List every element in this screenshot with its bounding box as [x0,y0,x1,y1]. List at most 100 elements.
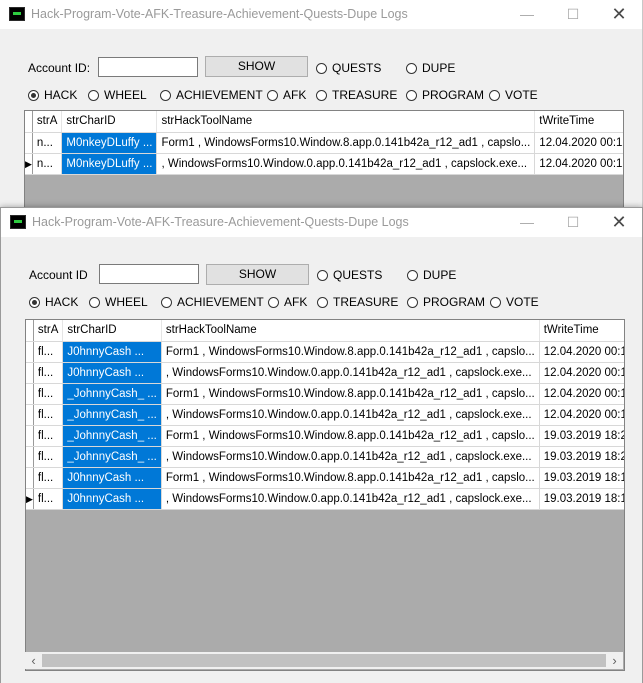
radio-quests[interactable]: QUESTS [316,60,381,76]
radio-hack[interactable]: HACK [29,294,78,310]
table-row[interactable]: ▶ n... M0nkeyDLuffy ... , WindowsForms10… [25,153,623,175]
log-window-background[interactable]: Hack-Program-Vote-AFK-Treasure-Achieveme… [0,0,643,210]
column-header[interactable]: strCharID [62,320,162,342]
cell-stra[interactable]: n... [32,132,63,154]
row-header[interactable] [26,425,34,447]
table-row[interactable]: fl... _JohnnyCash_ ... , WindowsForms10.… [26,404,624,426]
cell-writetime[interactable]: 19.03.2019 18:19 [539,488,624,510]
cell-hacktool[interactable]: , WindowsForms10.Window.0.app.0.141b42a_… [161,362,540,384]
account-id-input[interactable] [98,57,198,77]
column-header[interactable]: strA [33,320,64,342]
cell-hacktool[interactable]: , WindowsForms10.Window.0.app.0.141b42a_… [161,446,540,468]
radio-quests[interactable]: QUESTS [317,267,382,283]
cell-writetime[interactable]: 12.04.2020 00:17 [539,362,624,384]
cell-stra[interactable]: fl... [33,383,64,405]
cell-hacktool[interactable]: Form1 , WindowsForms10.Window.8.app.0.14… [161,425,540,447]
cell-writetime[interactable]: 12.04.2020 00:12 [534,132,623,154]
cell-charid[interactable]: _JohnnyCash_ ... [62,425,162,447]
cell-stra[interactable]: fl... [33,404,64,426]
column-header[interactable]: strHackToolName [156,111,536,133]
cell-charid[interactable]: J0hnnyCash ... [62,341,162,363]
row-header[interactable] [26,467,34,489]
row-header[interactable] [26,446,34,468]
radio-afk[interactable]: AFK [267,87,306,103]
cell-writetime[interactable]: 12.04.2020 00:17 [539,341,624,363]
cell-charid[interactable]: J0hnnyCash ... [62,467,162,489]
radio-hack[interactable]: HACK [28,87,77,103]
cell-stra[interactable]: fl... [33,341,64,363]
show-button[interactable]: SHOW [205,56,308,77]
radio-vote[interactable]: VOTE [489,87,538,103]
table-row[interactable]: n... M0nkeyDLuffy ... Form1 , WindowsFor… [25,132,623,154]
title-bar[interactable]: Hack-Program-Vote-AFK-Treasure-Achieveme… [1,208,642,237]
scroll-right-button[interactable]: › [606,652,623,669]
minimize-button[interactable]: — [504,208,550,237]
radio-dupe[interactable]: DUPE [406,60,455,76]
radio-program[interactable]: PROGRAM [407,294,485,310]
cell-writetime[interactable]: 12.04.2020 00:14 [539,404,624,426]
column-header[interactable]: strCharID [61,111,158,133]
horizontal-scrollbar[interactable]: ‹ › [25,652,623,669]
close-button[interactable]: ✕ [596,208,642,237]
cell-stra[interactable]: fl... [33,488,64,510]
cell-hacktool[interactable]: Form1 , WindowsForms10.Window.8.app.0.14… [161,467,540,489]
radio-achievement[interactable]: ACHIEVEMENT [161,294,264,310]
cell-stra[interactable]: fl... [33,467,64,489]
table-row[interactable]: fl... J0hnnyCash ... Form1 , WindowsForm… [26,467,624,489]
minimize-button[interactable]: — [504,0,550,29]
scrollbar-thumb[interactable] [42,654,606,667]
table-row[interactable]: fl... J0hnnyCash ... , WindowsForms10.Wi… [26,362,624,384]
cell-hacktool[interactable]: , WindowsForms10.Window.0.app.0.141b42a_… [156,153,536,175]
radio-achievement[interactable]: ACHIEVEMENT [160,87,263,103]
table-row[interactable]: fl... _JohnnyCash_ ... Form1 , WindowsFo… [26,383,624,405]
radio-vote[interactable]: VOTE [490,294,539,310]
cell-writetime[interactable]: 19.03.2019 18:19 [539,467,624,489]
cell-hacktool[interactable]: Form1 , WindowsForms10.Window.8.app.0.14… [156,132,536,154]
radio-wheel[interactable]: WHEEL [89,294,148,310]
cell-charid[interactable]: J0hnnyCash ... [62,488,162,510]
cell-writetime[interactable]: 12.04.2020 00:14 [539,383,624,405]
table-row[interactable]: ▶ fl... J0hnnyCash ... , WindowsForms10.… [26,488,624,510]
cell-hacktool[interactable]: Form1 , WindowsForms10.Window.8.app.0.14… [161,383,540,405]
radio-wheel[interactable]: WHEEL [88,87,147,103]
radio-program[interactable]: PROGRAM [406,87,484,103]
cell-charid[interactable]: J0hnnyCash ... [62,362,162,384]
row-header[interactable] [26,383,34,405]
radio-treasure[interactable]: TREASURE [316,87,397,103]
row-header[interactable]: ▶ [25,153,33,175]
cell-stra[interactable]: n... [32,153,63,175]
cell-charid[interactable]: _JohnnyCash_ ... [62,404,162,426]
table-row[interactable]: fl... _JohnnyCash_ ... , WindowsForms10.… [26,446,624,468]
maximize-button[interactable]: ☐ [550,0,596,29]
close-button[interactable]: ✕ [596,0,642,29]
row-header[interactable] [26,341,34,363]
cell-stra[interactable]: fl... [33,446,64,468]
radio-treasure[interactable]: TREASURE [317,294,398,310]
show-button[interactable]: SHOW [206,264,309,285]
scroll-left-button[interactable]: ‹ [25,652,42,669]
cell-stra[interactable]: fl... [33,362,64,384]
radio-afk[interactable]: AFK [268,294,307,310]
log-data-grid[interactable]: strA strCharID strHackToolName tWriteTim… [24,110,624,210]
cell-writetime[interactable]: 12.04.2020 00:12 [534,153,623,175]
log-window-foreground[interactable]: Hack-Program-Vote-AFK-Treasure-Achieveme… [0,207,643,683]
cell-stra[interactable]: fl... [33,425,64,447]
account-id-input[interactable] [99,264,199,284]
maximize-button[interactable]: ☐ [550,208,596,237]
cell-hacktool[interactable]: , WindowsForms10.Window.0.app.0.141b42a_… [161,404,540,426]
cell-writetime[interactable]: 19.03.2019 18:20 [539,425,624,447]
table-row[interactable]: fl... _JohnnyCash_ ... Form1 , WindowsFo… [26,425,624,447]
row-header[interactable] [26,404,34,426]
cell-charid[interactable]: _JohnnyCash_ ... [62,446,162,468]
cell-charid[interactable]: _JohnnyCash_ ... [62,383,162,405]
cell-hacktool[interactable]: Form1 , WindowsForms10.Window.8.app.0.14… [161,341,540,363]
row-header[interactable]: ▶ [26,488,34,510]
table-row[interactable]: fl... J0hnnyCash ... Form1 , WindowsForm… [26,341,624,363]
cell-charid[interactable]: M0nkeyDLuffy ... [61,132,158,154]
cell-writetime[interactable]: 19.03.2019 18:20 [539,446,624,468]
column-header[interactable]: tWriteTime [534,111,623,133]
column-header[interactable]: strHackToolName [161,320,540,342]
log-data-grid[interactable]: strA strCharID strHackToolName tWriteTim… [25,319,625,671]
row-header[interactable] [25,132,33,154]
cell-hacktool[interactable]: , WindowsForms10.Window.0.app.0.141b42a_… [161,488,540,510]
